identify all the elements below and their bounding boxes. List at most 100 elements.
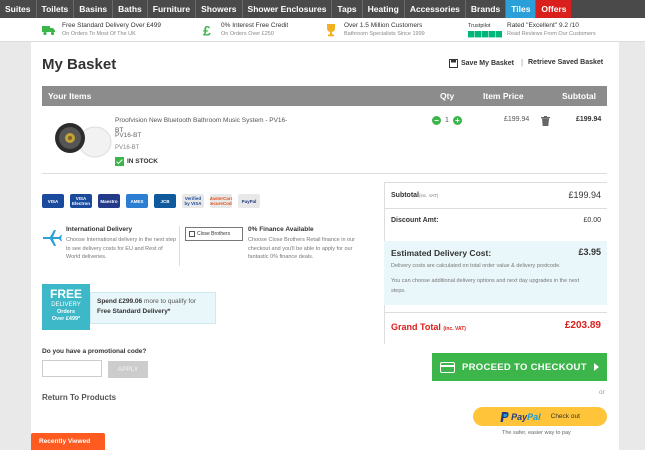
payment-cards: VISA VISA Electron Maestro AMEX JCB Veri…	[42, 194, 266, 208]
subtotal-label-text: Subtotal	[391, 192, 419, 199]
truck-icon	[42, 26, 55, 36]
or-divider: or	[599, 389, 605, 396]
nav-suites[interactable]: Suites	[0, 0, 37, 18]
basket-panel: My Basket Save My Basket | Retrieve Save…	[31, 42, 619, 450]
save-icon	[449, 59, 458, 68]
quantity-value[interactable]: 1	[445, 117, 449, 124]
free-delivery-badge: FREE DELIVERY Orders Over £499*	[42, 284, 90, 330]
finance-text: Choose Close Brothers Retail finance in …	[248, 237, 356, 260]
product-code: PV16-BT	[115, 132, 142, 139]
free-badge-delivery: DELIVERY	[51, 302, 81, 308]
nav-toilets[interactable]: Toilets	[37, 0, 75, 18]
usp-delivery-sub: On Orders To Most Of The UK	[62, 31, 136, 37]
nav-offers[interactable]: Offers	[536, 0, 572, 18]
nav-shower-enclosures[interactable]: Shower Enclosures	[243, 0, 333, 18]
close-brothers-label: Close Brothers	[197, 231, 231, 237]
mastercard-securecode-icon: MasterCard SecureCode	[210, 194, 232, 208]
page-title: My Basket	[42, 56, 117, 73]
paypal-wordmark-pay: Pay	[511, 411, 528, 422]
product-image[interactable]	[46, 118, 114, 162]
top-nav: Suites Toilets Basins Baths Furniture Sh…	[0, 0, 645, 18]
increase-qty-button[interactable]: +	[452, 116, 462, 125]
header-qty: Qty	[440, 91, 455, 101]
link-separator: |	[521, 58, 524, 67]
amex-card-icon: AMEX	[126, 194, 148, 208]
nav-heating[interactable]: Heating	[363, 0, 405, 18]
free-delivery-line2: Free Standard Delivery*	[97, 308, 171, 315]
usp-customers-title: Over 1.5 Million Customers	[344, 22, 423, 29]
product-code-secondary: PV16-BT	[115, 145, 140, 151]
grand-total-value: £203.89	[564, 320, 601, 331]
free-delivery-message: Spend £299.06 more to qualify for Free S…	[90, 292, 216, 324]
usp-trustpilot[interactable]: Trustpilot Rated "Excellent" 9.2 /10 Rea…	[468, 21, 596, 39]
paypal-logo-icon	[500, 411, 509, 422]
nav-baths[interactable]: Baths	[113, 0, 148, 18]
close-brothers-logo: Close Brothers	[185, 227, 243, 241]
decrease-qty-button[interactable]: −	[432, 116, 441, 125]
recently-viewed-tab[interactable]: Recently Viewed	[31, 433, 105, 450]
paypal-tagline: The safer, easier way to pay	[502, 430, 571, 436]
estimated-delivery-box: Estimated Delivery Cost: £3.95 Delivery …	[384, 241, 607, 305]
airplane-icon	[43, 230, 62, 246]
subtotal-vat-note: (inc. VAT)	[419, 193, 439, 198]
check-icon	[115, 157, 124, 166]
usp-credit-sub: On Orders Over £250	[221, 31, 274, 37]
stock-status: IN STOCK	[115, 157, 158, 166]
free-badge-free: FREE	[49, 287, 82, 301]
free-delivery-spend: Spend £299.06 more to qualify for	[97, 297, 209, 307]
verified-by-visa-icon: Verified by VISA	[182, 194, 204, 208]
item-subtotal: £199.94	[576, 116, 602, 123]
paypal-checkout-label: Check out	[550, 413, 580, 420]
nav-tiles[interactable]: Tiles	[506, 0, 537, 18]
header-items: Your Items	[48, 91, 92, 101]
quantity-stepper: − 1 +	[432, 116, 462, 125]
discount-label: Discount Amt:	[391, 217, 439, 224]
usp-trustpilot-title: Rated "Excellent" 9.2 /10	[507, 22, 579, 29]
promo-code-input[interactable]	[42, 360, 102, 377]
apply-promo-button[interactable]: APPLY	[108, 361, 148, 378]
nav-basins[interactable]: Basins	[74, 0, 114, 18]
svg-text:£: £	[203, 23, 211, 37]
intl-delivery-text: Choose International delivery in the nex…	[66, 237, 177, 260]
jcb-card-icon: JCB	[154, 194, 176, 208]
paypal-card-icon: PayPal	[238, 194, 260, 208]
save-basket-label: Save My Basket	[461, 60, 514, 67]
free-badge-orders: Orders	[56, 309, 76, 315]
spend-suffix: more to qualify for	[143, 298, 197, 305]
nav-brands[interactable]: Brands	[466, 0, 507, 18]
nav-showers[interactable]: Showers	[196, 0, 243, 18]
item-price: £199.94	[504, 116, 530, 123]
proceed-to-checkout-button[interactable]: PROCEED TO CHECKOUT	[432, 353, 607, 381]
usp-credit: £ 0% Interest Free Credit On Orders Over…	[201, 21, 288, 39]
usp-delivery: Free Standard Delivery Over £499 On Orde…	[42, 21, 161, 39]
credit-card-icon	[440, 361, 455, 373]
product-name-link[interactable]: Proofvision New Bluetooth Bathroom Music…	[115, 116, 295, 136]
return-to-products-link[interactable]: Return To Products	[42, 393, 116, 402]
trustpilot-stars-icon	[468, 30, 502, 37]
spend-amount: Spend £299.06	[97, 298, 143, 305]
nav-furniture[interactable]: Furniture	[148, 0, 197, 18]
nav-accessories[interactable]: Accessories	[405, 0, 466, 18]
pound-icon: £	[203, 23, 211, 37]
info-divider	[179, 226, 180, 266]
promo-label: Do you have a promotional code?	[42, 348, 147, 355]
usp-customers-sub: Bathroom Specialists Since 1999	[344, 31, 425, 37]
subtotal-label: Subtotal(inc. VAT)	[391, 192, 438, 199]
subtotal-value: £199.94	[568, 190, 601, 200]
summary-rule	[384, 208, 607, 209]
trophy-icon	[327, 24, 335, 37]
paypal-checkout-button[interactable]: Pay Pal Check out	[473, 407, 607, 426]
nav-taps[interactable]: Taps	[332, 0, 363, 18]
chevron-right-icon	[594, 363, 599, 371]
stock-label: IN STOCK	[127, 158, 158, 165]
usp-customers: Over 1.5 Million Customers Bathroom Spec…	[324, 21, 425, 39]
estimated-delivery-text: Delivery costs are calculated on total o…	[391, 263, 561, 269]
retrieve-basket-link[interactable]: Retrieve Saved Basket	[528, 59, 603, 66]
trash-icon[interactable]	[541, 116, 550, 126]
maestro-card-icon: Maestro	[98, 194, 120, 208]
intl-delivery-title: International Delivery	[66, 226, 133, 233]
checkout-label: PROCEED TO CHECKOUT	[462, 361, 587, 373]
discount-value: £0.00	[583, 217, 601, 224]
usp-bar: Free Standard Delivery Over £499 On Orde…	[0, 18, 645, 42]
save-basket-link[interactable]: Save My Basket	[449, 59, 514, 68]
